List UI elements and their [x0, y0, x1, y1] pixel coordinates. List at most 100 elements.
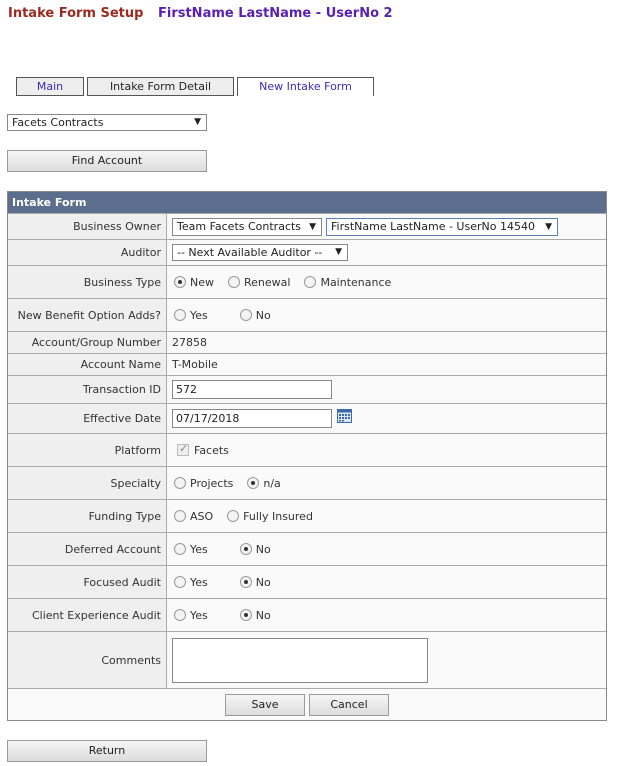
business-owner-label: Business Owner [8, 214, 167, 239]
page-title: Intake Form Setup [8, 6, 144, 21]
radio-yes[interactable] [174, 609, 186, 621]
transaction-id-label: Transaction ID [8, 376, 167, 403]
deferred-account-no-option[interactable]: No [238, 543, 271, 556]
client-experience-audit-row: Client Experience Audit Yes No [8, 598, 606, 631]
business-owner-team-value: Team Facets Contracts [177, 219, 302, 233]
radio-yes[interactable] [174, 309, 186, 321]
option-label: No [255, 308, 271, 322]
new-benefit-yes-option[interactable]: Yes [172, 309, 208, 322]
radio-fully-insured[interactable] [227, 510, 240, 522]
comments-label: Comments [8, 632, 167, 688]
business-type-maintenance-option[interactable]: Maintenance [302, 276, 391, 289]
business-type-label: Business Type [8, 266, 167, 298]
tab-intake-form-detail[interactable]: Intake Form Detail [87, 77, 234, 96]
current-user: FirstName LastName - UserNo 2 [157, 6, 393, 21]
account-name-row: Account Name T-Mobile [8, 353, 606, 375]
business-type-renewal-option[interactable]: Renewal [226, 276, 290, 289]
option-label: Yes [190, 308, 208, 322]
contracts-select[interactable]: Facets Contracts ▼ [7, 114, 207, 131]
radio-no[interactable] [239, 609, 252, 621]
focused-audit-label: Focused Audit [8, 566, 167, 598]
dropdown-arrow-icon: ▼ [335, 247, 342, 257]
platform-row: Platform Facets [8, 433, 606, 466]
client-experience-audit-no-option[interactable]: No [238, 609, 271, 622]
comments-row: Comments [8, 631, 606, 688]
tab-new-intake-form[interactable]: New Intake Form [237, 77, 374, 96]
account-group-number-row: Account/Group Number 27858 [8, 331, 606, 353]
tab-bar: Main Intake Form Detail New Intake Form [16, 77, 377, 96]
radio-yes[interactable] [174, 543, 186, 555]
radio-no[interactable] [239, 543, 252, 555]
option-label: No [255, 575, 271, 589]
platform-facets-checkbox[interactable] [177, 442, 189, 456]
specialty-row: Specialty Projects n/a [8, 466, 606, 499]
radio-maintenance[interactable] [304, 276, 317, 288]
intake-form-title: Intake Form [8, 192, 606, 213]
radio-renewal[interactable] [228, 276, 240, 288]
option-label: Yes [190, 542, 208, 556]
comments-textarea[interactable] [172, 637, 428, 683]
deferred-account-row: Deferred Account Yes No [8, 532, 606, 565]
radio-no[interactable] [239, 576, 252, 588]
auditor-label: Auditor [8, 240, 167, 265]
focused-audit-yes-option[interactable]: Yes [172, 576, 208, 589]
account-group-number-value: 27858 [167, 332, 606, 353]
account-name-label: Account Name [8, 354, 167, 375]
deferred-account-yes-option[interactable]: Yes [172, 543, 208, 556]
auditor-row: Auditor -- Next Available Auditor -- ▼ [8, 239, 606, 265]
radio-na[interactable] [247, 477, 260, 489]
radio-new[interactable] [174, 276, 186, 288]
funding-type-aso-option[interactable]: ASO [172, 510, 213, 523]
business-owner-team-select[interactable]: Team Facets Contracts ▼ [172, 217, 322, 236]
funding-type-fully-insured-option[interactable]: Fully Insured [225, 510, 313, 523]
business-type-new-option[interactable]: New [172, 276, 214, 289]
contracts-select-value: Facets Contracts [12, 116, 104, 129]
account-name-value: T-Mobile [167, 354, 606, 375]
specialty-na-option[interactable]: n/a [245, 476, 281, 490]
tab-main[interactable]: Main [16, 77, 84, 96]
option-label: Maintenance [320, 275, 392, 289]
radio-projects[interactable] [174, 477, 186, 489]
radio-yes[interactable] [174, 576, 186, 588]
funding-type-row: Funding Type ASO Fully Insured [8, 499, 606, 532]
cancel-button[interactable]: Cancel [309, 693, 389, 716]
business-owner-user-select[interactable]: FirstName LastName - UserNo 14540 ▼ [326, 217, 558, 236]
platform-label: Platform [8, 434, 167, 466]
dropdown-arrow-icon: ▼ [545, 221, 552, 232]
business-type-row: Business Type New Renewal Maintenance [8, 265, 606, 298]
dropdown-arrow-icon: ▼ [309, 221, 316, 232]
dropdown-arrow-icon: ▼ [194, 117, 201, 127]
find-account-button[interactable]: Find Account [7, 150, 207, 172]
radio-no[interactable] [239, 309, 252, 321]
effective-date-input[interactable]: 07/17/2018 [172, 409, 332, 428]
focused-audit-no-option[interactable]: No [238, 576, 271, 589]
new-benefit-label: New Benefit Option Adds? [8, 299, 167, 331]
specialty-projects-option[interactable]: Projects [172, 477, 233, 490]
radio-aso[interactable] [174, 510, 186, 522]
specialty-label: Specialty [8, 467, 167, 499]
transaction-id-input[interactable]: 572 [172, 380, 332, 399]
option-label: Yes [190, 575, 208, 589]
effective-date-row: Effective Date 07/17/2018 [8, 403, 606, 433]
form-actions: Save Cancel [8, 688, 606, 720]
transaction-id-row: Transaction ID 572 [8, 375, 606, 403]
return-button[interactable]: Return [7, 740, 207, 762]
calendar-icon[interactable] [337, 408, 352, 423]
business-owner-user-value: FirstName LastName - UserNo 14540 [331, 219, 535, 233]
save-button[interactable]: Save [225, 693, 305, 716]
focused-audit-row: Focused Audit Yes No [8, 565, 606, 598]
deferred-account-label: Deferred Account [8, 533, 167, 565]
auditor-select[interactable]: -- Next Available Auditor -- ▼ [172, 244, 348, 261]
option-label: n/a [263, 476, 281, 490]
new-benefit-row: New Benefit Option Adds? Yes No [8, 298, 606, 331]
option-label: Yes [190, 608, 208, 622]
option-label: Renewal [244, 275, 291, 289]
auditor-value: -- Next Available Auditor -- [177, 246, 323, 259]
client-experience-audit-yes-option[interactable]: Yes [172, 609, 208, 622]
new-benefit-no-option[interactable]: No [238, 309, 271, 322]
option-label: Fully Insured [243, 509, 313, 523]
option-label: No [255, 542, 271, 556]
option-label: New [190, 275, 214, 289]
option-label: ASO [190, 509, 214, 523]
business-owner-row: Business Owner Team Facets Contracts ▼ F… [8, 213, 606, 239]
